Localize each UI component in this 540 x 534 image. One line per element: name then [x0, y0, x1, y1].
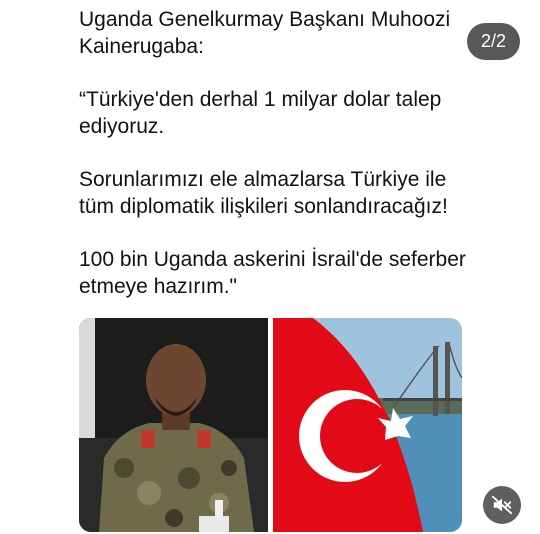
post-text: Uganda Genelkurmay Başkanı Muhoozi Kaine…	[79, 6, 479, 326]
mute-toggle-button[interactable]	[483, 486, 521, 524]
turkish-flag-image	[273, 318, 462, 532]
speaker-muted-icon	[491, 495, 513, 515]
post-paragraph-quote: “Türkiye'den derhal 1 milyar dolar talep…	[79, 88, 442, 138]
general-photo[interactable]	[79, 318, 268, 532]
image-pager-badge: 2/2	[467, 23, 520, 60]
post-paragraph-soldiers: 100 bin Uganda askerini İsrail'de seferb…	[79, 248, 466, 298]
general-photo-image	[79, 318, 268, 532]
post-paragraph-threat: Sorunlarımızı ele almazlarsa Türkiye ile…	[79, 168, 448, 218]
media-gallery	[79, 318, 462, 532]
post-paragraph-header: Uganda Genelkurmay Başkanı Muhoozi Kaine…	[79, 8, 451, 58]
turkish-flag-photo[interactable]	[273, 318, 462, 532]
